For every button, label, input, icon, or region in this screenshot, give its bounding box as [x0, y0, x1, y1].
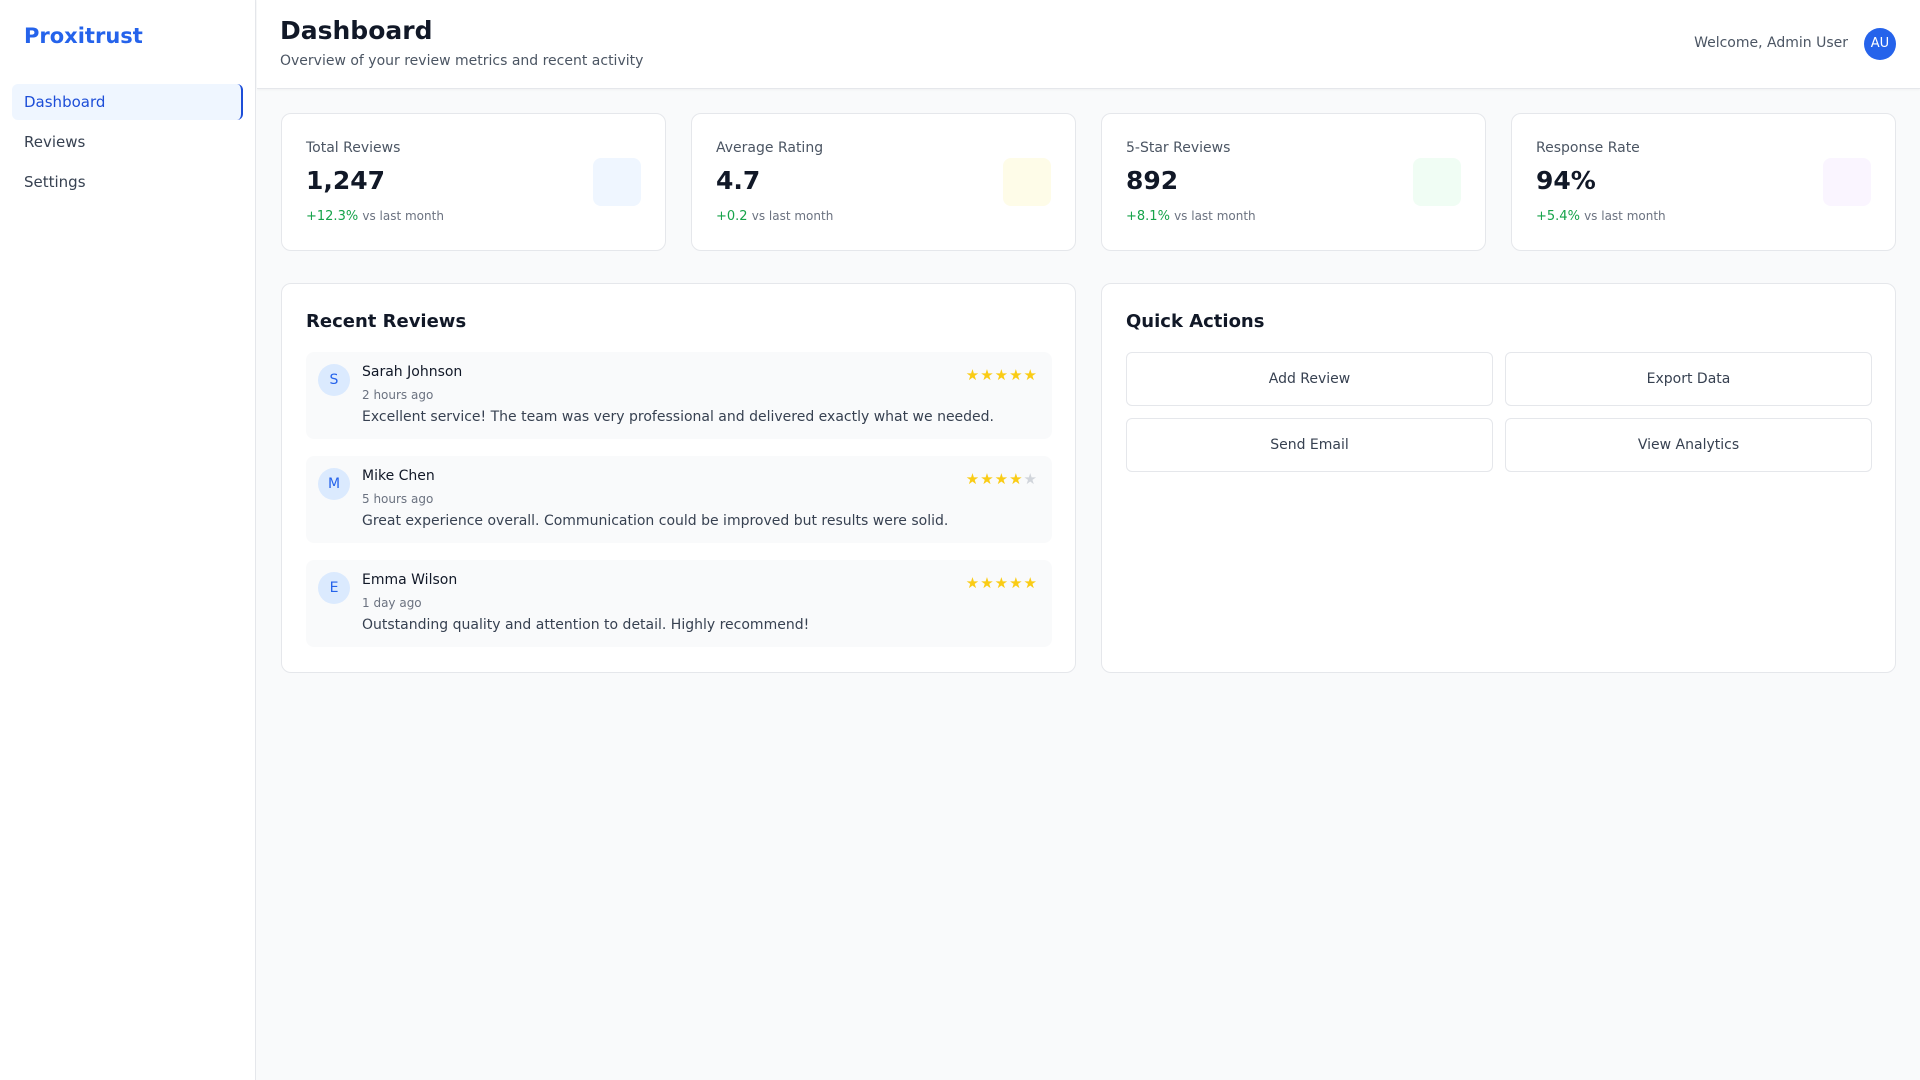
reviews-stat-icon	[593, 158, 641, 206]
sidebar-item-settings[interactable]: Settings	[12, 164, 243, 200]
stat-trend: +8.1% vs last month	[1126, 209, 1256, 224]
star-filled-icon: ★	[994, 366, 1010, 384]
trend-label: vs last month	[1584, 209, 1666, 223]
star-filled-icon: ★	[994, 470, 1010, 488]
review-text: Great experience overall. Communication …	[362, 513, 949, 529]
trend-change: +0.2	[716, 209, 748, 224]
response-stat-icon	[1823, 158, 1871, 206]
stat-label: Average Rating	[716, 140, 824, 156]
trend-label: vs last month	[362, 209, 444, 223]
review-time: 2 hours ago	[362, 388, 434, 402]
stat-trend: +0.2 vs last month	[716, 209, 833, 224]
star-filled-icon: ★	[1009, 574, 1024, 592]
star-filled-icon: ★	[1023, 574, 1038, 592]
panel-title: Quick Actions	[1126, 311, 1265, 332]
stat-trend: +12.3% vs last month	[306, 209, 444, 224]
export-data-button[interactable]: Export Data	[1505, 352, 1872, 406]
star-filled-icon: ★	[1009, 366, 1024, 384]
trend-label: vs last month	[1174, 209, 1256, 223]
trend-change: +8.1%	[1126, 209, 1170, 224]
welcome-text: Welcome, Admin User	[1694, 35, 1848, 51]
stat-card-average-rating: Average Rating 4.7 +0.2 vs last month	[691, 113, 1076, 251]
sidebar: Proxitrust Dashboard Reviews Settings	[0, 0, 256, 1080]
stat-trend: +5.4% vs last month	[1536, 209, 1666, 224]
star-empty-icon: ★	[1023, 470, 1038, 488]
rating-stat-icon	[1003, 158, 1051, 206]
stat-value: 1,247	[306, 166, 386, 195]
quick-actions-panel: Quick Actions Add Review Export Data Sen…	[1101, 283, 1896, 673]
stat-card-five-star: 5-Star Reviews 892 +8.1% vs last month	[1101, 113, 1486, 251]
stat-label: Response Rate	[1536, 140, 1640, 156]
reviewer-name: Emma Wilson	[362, 572, 458, 588]
star-filled-icon: ★	[980, 470, 995, 488]
stat-value: 94%	[1536, 166, 1596, 195]
brand-logo[interactable]: Proxitrust	[24, 24, 143, 48]
star-filled-icon: ★	[1023, 366, 1038, 384]
star-rating: ★★★★★	[966, 574, 1038, 592]
five-star-stat-icon	[1413, 158, 1461, 206]
trend-label: vs last month	[751, 209, 834, 223]
star-rating: ★★★★★	[966, 470, 1038, 488]
reviewer-name: Mike Chen	[362, 468, 435, 484]
star-filled-icon: ★	[980, 574, 995, 592]
star-filled-icon: ★	[965, 470, 981, 488]
sidebar-nav: Dashboard Reviews Settings	[12, 84, 243, 204]
reviewer-name: Sarah Johnson	[362, 364, 463, 380]
star-filled-icon: ★	[965, 366, 981, 384]
recent-reviews-panel: Recent Reviews S Sarah Johnson 2 hours a…	[281, 283, 1076, 673]
stat-value: 892	[1126, 166, 1179, 195]
review-time: 5 hours ago	[362, 492, 434, 506]
stat-card-response-rate: Response Rate 94% +5.4% vs last month	[1511, 113, 1896, 251]
add-review-button[interactable]: Add Review	[1126, 352, 1493, 406]
star-filled-icon: ★	[1009, 470, 1024, 488]
sidebar-item-reviews[interactable]: Reviews	[12, 124, 243, 160]
reviewer-avatar: S	[318, 364, 350, 396]
stat-value: 4.7	[716, 166, 761, 195]
sidebar-item-dashboard[interactable]: Dashboard	[12, 84, 243, 120]
trend-change: +5.4%	[1536, 209, 1580, 224]
user-avatar[interactable]: AU	[1864, 28, 1896, 60]
send-email-button[interactable]: Send Email	[1126, 418, 1493, 472]
star-filled-icon: ★	[965, 574, 981, 592]
review-text: Outstanding quality and attention to det…	[362, 617, 810, 633]
review-item[interactable]: M Mike Chen 5 hours ago Great experience…	[306, 456, 1052, 543]
view-analytics-button[interactable]: View Analytics	[1505, 418, 1872, 472]
stat-label: 5-Star Reviews	[1126, 140, 1231, 156]
star-filled-icon: ★	[980, 366, 995, 384]
review-item[interactable]: S Sarah Johnson 2 hours ago Excellent se…	[306, 352, 1052, 439]
top-header: Dashboard Overview of your review metric…	[257, 0, 1920, 89]
reviewer-avatar: E	[318, 572, 350, 604]
review-text: Excellent service! The team was very pro…	[362, 409, 995, 425]
reviewer-avatar: M	[318, 468, 350, 500]
panel-title: Recent Reviews	[306, 311, 467, 332]
review-time: 1 day ago	[362, 596, 422, 610]
page-subtitle: Overview of your review metrics and rece…	[280, 53, 644, 69]
star-rating: ★★★★★	[966, 366, 1038, 384]
trend-change: +12.3%	[306, 209, 359, 224]
review-item[interactable]: E Emma Wilson 1 day ago Outstanding qual…	[306, 560, 1052, 647]
stat-label: Total Reviews	[306, 140, 401, 156]
star-filled-icon: ★	[994, 574, 1010, 592]
page-title: Dashboard	[280, 16, 433, 45]
stat-card-total-reviews: Total Reviews 1,247 +12.3% vs last month	[281, 113, 666, 251]
